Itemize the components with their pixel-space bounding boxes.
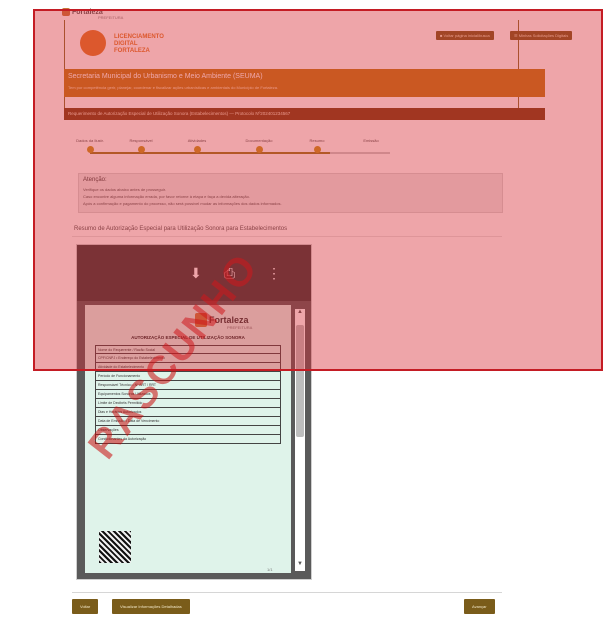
more-vertical-icon[interactable]: ⋮ bbox=[267, 265, 281, 282]
view-details-button[interactable]: Visualizar Informações Detalhadas bbox=[112, 599, 190, 614]
divider bbox=[72, 592, 502, 593]
licenciamento-logo[interactable]: LICENCIAMENTO DIGITAL FORTALEZA bbox=[80, 30, 200, 60]
attention-line: Após a confirmação e pagamento do proces… bbox=[83, 201, 282, 206]
scrollbar-thumb[interactable] bbox=[296, 325, 304, 437]
my-requests-button[interactable]: ☰ Minhas Solicitações Digitais bbox=[510, 31, 573, 40]
page-number: 1/1 bbox=[267, 567, 273, 572]
brand-text: LICENCIAMENTO DIGITAL FORTALEZA bbox=[114, 34, 164, 55]
step-label: Emissão bbox=[363, 138, 379, 143]
brand-circle-icon bbox=[80, 30, 106, 56]
divider bbox=[72, 236, 502, 237]
step-label: Atividades bbox=[187, 138, 207, 143]
step-dot bbox=[368, 146, 375, 153]
brand-line-2: DIGITAL bbox=[114, 41, 138, 47]
step-responsavel[interactable]: Responsável bbox=[116, 138, 166, 153]
home-button[interactable]: ■ Voltar página inicial/busca bbox=[436, 31, 494, 40]
qr-code bbox=[99, 531, 131, 563]
step-dot bbox=[193, 146, 201, 153]
process-header: Requerimento de Autorização Especial de … bbox=[64, 108, 545, 120]
crest-icon bbox=[62, 8, 70, 16]
next-button[interactable]: Avançar bbox=[464, 599, 495, 614]
back-button[interactable]: Voltar bbox=[72, 599, 99, 614]
attention-line: Caso encontre alguma informação errada, … bbox=[83, 194, 250, 199]
step-dot bbox=[313, 146, 321, 153]
step-dot bbox=[137, 146, 145, 153]
step-atividades[interactable]: Atividades bbox=[172, 138, 222, 153]
attention-line: Verifique os dados abaixo antes de pross… bbox=[83, 187, 166, 192]
step-dot bbox=[86, 146, 94, 153]
process-title: Requerimento de Autorização Especial de … bbox=[68, 111, 291, 116]
step-label: Responsável bbox=[129, 138, 153, 143]
brand-line-3: FORTALEZA bbox=[114, 48, 150, 54]
scroll-up-icon[interactable]: ▲ bbox=[295, 309, 305, 315]
attention-box: Atenção: Verifique os dados abaixo antes… bbox=[78, 173, 503, 213]
step-dados[interactable]: Dados da Ilustr. bbox=[65, 138, 115, 153]
download-icon[interactable]: ⬇ bbox=[190, 265, 202, 282]
stepper: Dados da Ilustr. Responsável Atividades … bbox=[76, 135, 398, 165]
attention-title: Atenção: bbox=[83, 177, 107, 183]
top-bar: Fortaleza PREFEITURA bbox=[36, 6, 603, 20]
resumo-title: Resumo de Autorização Especial para Util… bbox=[74, 226, 288, 232]
prefeitura-logo[interactable]: Fortaleza bbox=[62, 8, 103, 16]
secretaria-subtitle: Tem por competência gerir, planejar, coo… bbox=[68, 85, 279, 90]
step-emissao[interactable]: Emissão bbox=[346, 138, 396, 153]
step-label: Resumo bbox=[309, 138, 325, 143]
scroll-down-icon[interactable]: ▼ bbox=[295, 561, 305, 567]
page-root: Fortaleza PREFEITURA LICENCIAMENTO DIGIT… bbox=[0, 0, 603, 630]
step-label: Dados da Ilustr. bbox=[76, 138, 104, 143]
step-documentacao[interactable]: Documentação bbox=[234, 138, 284, 153]
secretaria-title: Secretaria Municipal do Urbanismo e Meio… bbox=[68, 73, 263, 80]
brand-line-1: LICENCIAMENTO bbox=[114, 34, 164, 40]
secretaria-banner: Secretaria Municipal do Urbanismo e Meio… bbox=[64, 69, 545, 97]
step-label: Documentação bbox=[245, 138, 273, 143]
step-dot bbox=[255, 146, 263, 153]
step-resumo[interactable]: Resumo bbox=[292, 138, 342, 153]
